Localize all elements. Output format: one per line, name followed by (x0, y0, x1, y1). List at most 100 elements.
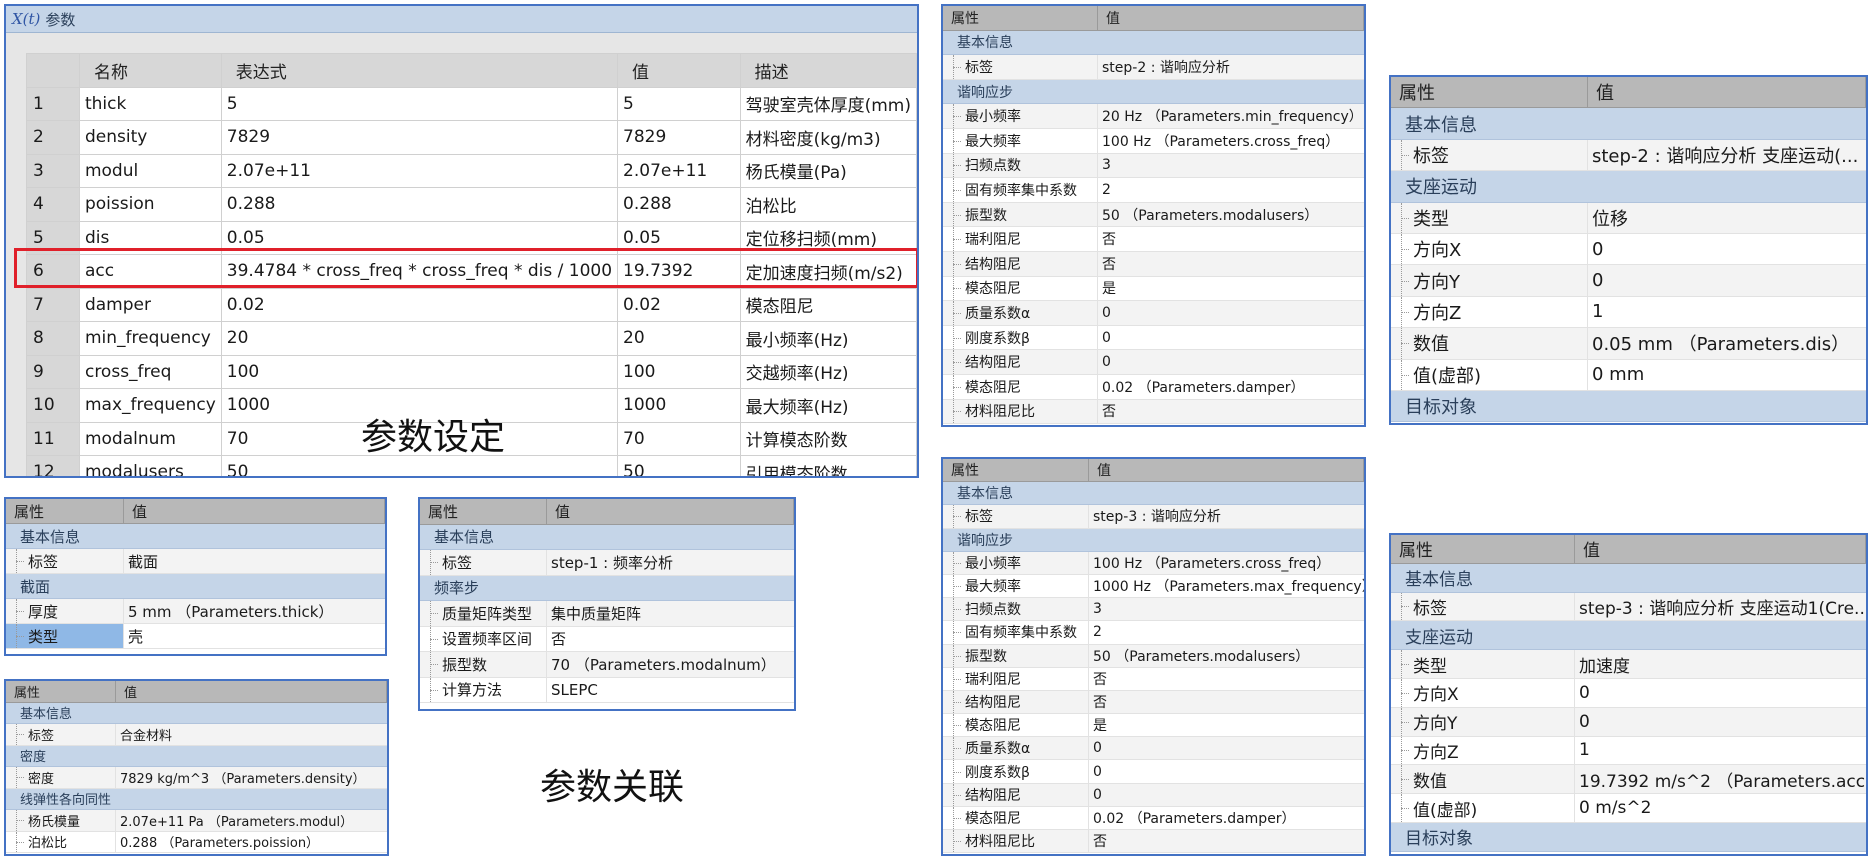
grid-property-row[interactable]: 结构阻尼否 (943, 690, 1364, 715)
grid-property-row[interactable]: 模态阻尼是 (943, 714, 1364, 738)
grid-property-row[interactable]: 方向Y 0 (1391, 707, 1866, 737)
column-header-expression[interactable]: 表达式 (220, 53, 619, 88)
grid-property-row[interactable]: 最小频率 20 Hz （Parameters.min_frequency） (943, 104, 1364, 129)
grid-property-row[interactable]: 标签 step-2 : 谐响应分析 (943, 55, 1364, 80)
property-value[interactable]: step-3 : 谐响应分析 (1089, 505, 1364, 528)
property-value[interactable]: 0 (1089, 783, 1364, 806)
property-value[interactable]: step-1 : 频率分析 (547, 550, 794, 575)
property-value[interactable]: 2 (1089, 621, 1364, 643)
grid-property-row[interactable]: 密度 7829 kg/m^3 （Parameters.density） (6, 767, 387, 789)
property-value[interactable]: 3 (1098, 153, 1364, 178)
parameter-expression-cell[interactable]: 100 (220, 354, 619, 389)
property-name[interactable]: 模态阻尼 (943, 806, 1089, 829)
parameter-expression-cell[interactable]: 20 (220, 321, 619, 356)
property-name[interactable]: 标签 (943, 505, 1089, 528)
grid-property-row[interactable]: 结构阻尼否 (943, 251, 1364, 277)
parameter-value-cell[interactable]: 0.288 (617, 187, 741, 222)
property-name[interactable]: 类型 (6, 624, 124, 648)
property-name[interactable]: 固有频率集中系数 (943, 621, 1089, 644)
parameter-name-cell[interactable]: damper (78, 287, 222, 322)
grid-section-header[interactable]: 线弹性各向同性 (6, 788, 387, 810)
property-value[interactable]: 0 (1098, 301, 1364, 325)
property-value[interactable]: 5 mm （Parameters.thick） (124, 599, 385, 623)
grid-section-header[interactable]: 基本信息 (1391, 108, 1866, 140)
property-name[interactable]: 方向Z (1391, 736, 1575, 765)
grid-property-row[interactable]: 设置频率区间否 (420, 626, 794, 652)
property-name[interactable]: 扫频点数 (943, 598, 1089, 621)
property-value[interactable]: 0 (1588, 265, 1866, 296)
parameter-expression-cell[interactable]: 5 (220, 86, 619, 121)
property-name[interactable]: 最大频率 (943, 574, 1089, 598)
property-value[interactable]: 19.7392 m/s^2 （Parameters.acc） (1575, 765, 1866, 794)
property-name[interactable]: 方向Y (1391, 707, 1575, 736)
property-value[interactable]: step-3 : 谐响应分析 支座运动1(Cre... (1575, 592, 1866, 621)
property-name[interactable]: 刚度系数β (943, 760, 1089, 783)
property-name[interactable]: 标签 (420, 550, 547, 575)
parameter-name-cell[interactable]: density (78, 120, 222, 155)
grid-property-row[interactable]: 模态阻尼 0.02 （Parameters.damper） (943, 806, 1364, 830)
property-name[interactable]: 材料阻尼比 (943, 399, 1098, 424)
property-name[interactable]: 瑞利阻尼 (943, 667, 1089, 690)
property-name[interactable]: 模态阻尼 (943, 714, 1089, 737)
property-name[interactable]: 瑞利阻尼 (943, 227, 1098, 251)
property-value[interactable]: 是 (1089, 714, 1364, 736)
grid-property-row[interactable]: 标签 step-2 : 谐响应分析 支座运动(... (1391, 139, 1866, 172)
grid-section-header[interactable]: 基本信息 (1391, 563, 1866, 593)
parameter-value-cell[interactable]: 20 (617, 321, 741, 356)
parameter-value-cell[interactable]: 70 (617, 421, 741, 456)
property-name[interactable]: 扫频点数 (943, 153, 1098, 178)
property-value[interactable]: 0 (1098, 350, 1364, 374)
parameter-name-cell[interactable]: thick (78, 86, 222, 121)
grid-property-row[interactable]: 结构阻尼 0 (943, 783, 1364, 807)
property-value[interactable]: 0.02 （Parameters.damper） (1098, 375, 1364, 399)
grid-property-row[interactable]: 泊松比 0.288 （Parameters.poission） (6, 831, 387, 853)
property-value[interactable]: 1 (1588, 297, 1866, 327)
property-value[interactable]: 0 (1588, 234, 1866, 264)
grid-property-row[interactable]: 厚度 5 mm （Parameters.thick） (6, 599, 385, 624)
parameter-value-cell[interactable]: 7829 (617, 120, 741, 155)
parameter-name-cell[interactable]: min_frequency (78, 321, 222, 356)
property-value[interactable]: 否 (1089, 830, 1364, 853)
grid-property-row[interactable]: 最大频率 100 Hz （Parameters.cross_freq） (943, 128, 1364, 154)
column-header-value[interactable]: 值 (617, 53, 741, 88)
property-value[interactable]: step-2 : 谐响应分析 支座运动(... (1588, 139, 1866, 171)
grid-property-row[interactable]: 模态阻尼 0.02 （Parameters.damper） (943, 374, 1364, 400)
grid-section-header[interactable]: 谐响应步 (943, 528, 1364, 552)
grid-property-row[interactable]: 扫频点数 3 (943, 153, 1364, 179)
parameter-description-cell[interactable]: 交越频率(Hz) (739, 354, 917, 389)
parameter-row[interactable]: 9 cross_freq 100 100 交越频率(Hz) (26, 354, 917, 389)
property-value[interactable]: 70 （Parameters.modalnum） (547, 652, 794, 677)
column-header-name[interactable]: 名称 (78, 53, 222, 88)
parameter-description-cell[interactable]: 最小频率(Hz) (739, 321, 917, 356)
property-value[interactable]: 50 （Parameters.modalusers） (1098, 202, 1364, 227)
property-name[interactable]: 振型数 (420, 652, 547, 677)
parameter-name-cell[interactable]: max_frequency (78, 388, 222, 423)
grid-property-row[interactable]: 最小频率 100 Hz （Parameters.cross_freq） (943, 551, 1364, 575)
property-value[interactable]: 20 Hz （Parameters.min_frequency） (1098, 104, 1364, 128)
grid-property-row[interactable]: 质量系数α 0 (943, 737, 1364, 761)
parameter-description-cell[interactable]: 模态阻尼 (739, 287, 917, 322)
property-name[interactable]: 标签 (1391, 139, 1588, 171)
property-name[interactable]: 厚度 (6, 599, 124, 623)
property-value[interactable]: 截面 (124, 549, 385, 573)
parameter-expression-cell[interactable]: 0.288 (220, 187, 619, 222)
property-value[interactable]: 0.288 （Parameters.poission） (116, 832, 387, 853)
grid-section-header[interactable]: 截面 (6, 574, 385, 599)
property-value[interactable]: 0 mm (1588, 360, 1866, 390)
property-value[interactable]: 否 (1098, 399, 1364, 424)
grid-section-header[interactable]: 频率步 (420, 575, 794, 601)
parameter-name-cell[interactable]: cross_freq (78, 354, 222, 389)
property-value[interactable]: 0 m/s^2 (1575, 794, 1866, 822)
property-value[interactable]: 集中质量矩阵 (547, 601, 794, 626)
column-header-description[interactable]: 描述 (739, 53, 917, 88)
parameter-row[interactable]: 4 poission 0.288 0.288 泊松比 (26, 187, 917, 222)
grid-property-row[interactable]: 振型数 50 （Parameters.modalusers） (943, 644, 1364, 668)
grid-property-row[interactable]: 数值 19.7392 m/s^2 （Parameters.acc） (1391, 765, 1866, 795)
parameter-value-cell[interactable]: 5 (617, 86, 741, 121)
grid-section-header[interactable]: 基本信息 (943, 482, 1364, 506)
property-name[interactable]: 密度 (6, 767, 116, 788)
grid-property-row[interactable]: 材料阻尼比否 (943, 830, 1364, 854)
grid-property-row[interactable]: 方向Z 1 (1391, 736, 1866, 766)
grid-property-row[interactable]: 类型 加速度 (1391, 650, 1866, 679)
grid-property-row[interactable]: 方向X 0 (1391, 233, 1866, 266)
